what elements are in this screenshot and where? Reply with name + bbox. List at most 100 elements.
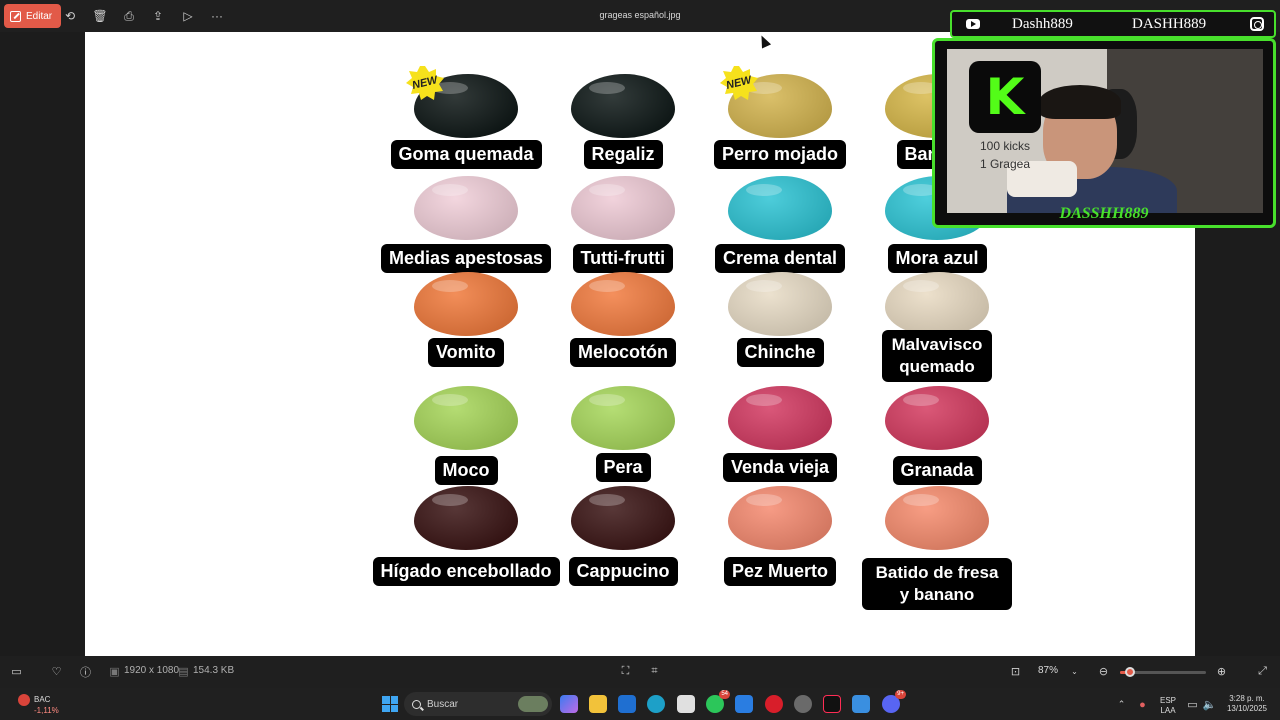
search-icon — [412, 699, 421, 709]
instagram-name: DASHH889 — [1132, 16, 1207, 32]
jellybean-label-12: Malvavisco quemado — [882, 330, 992, 382]
viewer-status-bar: ▭ ♡ ⓘ ▣ 1920 x 1080 ▤ 154.3 KB ⛶ ⌗ ⊡ 87%… — [0, 656, 1280, 688]
info-icon[interactable]: ⓘ — [79, 665, 92, 679]
windows-taskbar: BAC -1,11% Buscar 54 9+ ⌃ ● ESP LAA ▭ 🔈 … — [0, 688, 1280, 720]
file-name: grageas español.jpg — [599, 10, 681, 20]
jellybean-13 — [414, 386, 518, 450]
tray-overflow-icon[interactable]: ⌃ — [1115, 698, 1128, 711]
network-icon[interactable]: ▭ — [1186, 698, 1199, 711]
discord-icon[interactable]: 9+ — [882, 690, 906, 713]
jellybean-label-16: Granada — [892, 456, 982, 485]
jellybean-2 — [571, 74, 675, 138]
photos-icon[interactable] — [852, 695, 870, 713]
zoom-in-icon[interactable]: ⊕ — [1215, 665, 1228, 678]
webcam-caption: DASSHH889 — [1059, 205, 1149, 222]
jellybean-label-3: Perro mojado — [714, 140, 847, 169]
tiktok-icon[interactable] — [823, 695, 841, 713]
jellybean-label-7: Crema dental — [715, 244, 846, 273]
whatsapp-icon[interactable]: 54 — [706, 690, 730, 713]
kick-logo: K — [969, 61, 1041, 133]
new-badge: NEW — [720, 66, 758, 100]
dimensions-icon: ▣ — [109, 666, 120, 678]
jellybean-label-6: Tutti-frutti — [572, 244, 674, 273]
file-explorer-icon[interactable] — [589, 695, 607, 713]
taskbar-search[interactable]: Buscar — [404, 692, 552, 716]
search-placeholder: Buscar — [427, 698, 459, 710]
discord-badge: 9+ — [895, 690, 906, 699]
stock-ticker: BAC — [34, 695, 51, 705]
visual-search-icon[interactable]: ⌗ — [648, 665, 661, 678]
file-size: 154.3 KB — [193, 665, 235, 676]
image-dimensions: 1920 x 1080 — [124, 665, 180, 676]
jellybean-label-15: Venda vieja — [723, 453, 838, 482]
jellybean-10 — [571, 272, 675, 336]
zoom-level[interactable]: 87% — [1038, 665, 1058, 676]
jellybean-15 — [728, 386, 832, 450]
zoom-slider-knob[interactable] — [1125, 667, 1136, 677]
volume-icon[interactable]: 🔈 — [1203, 698, 1217, 711]
new-badge: NEW — [406, 66, 444, 100]
instagram-icon — [1250, 17, 1264, 31]
filmstrip-icon[interactable]: ▭ — [10, 665, 23, 678]
jellybean-label-8: Mora azul — [887, 244, 987, 273]
jellybean-16 — [885, 386, 989, 450]
jellybean-label-14: Pera — [595, 453, 651, 482]
notepad-icon[interactable] — [735, 695, 753, 713]
microphone-icon[interactable]: ● — [1136, 698, 1149, 711]
jellybean-7 — [728, 176, 832, 240]
whatsapp-badge: 54 — [719, 690, 730, 699]
zoom-dropdown-icon[interactable]: ⌄ — [1068, 665, 1081, 678]
language-line-1: ESP — [1159, 696, 1176, 705]
stock-change: -1,11% — [34, 706, 59, 715]
jellybean-label-19: Pez Muerto — [724, 557, 837, 586]
jellybean-label-17: Hígado encebollado — [372, 557, 560, 586]
fit-screen-icon[interactable]: ⊡ — [1009, 665, 1022, 678]
slideshow-icon[interactable]: ▷ — [180, 8, 196, 24]
language-indicator[interactable]: ESP LAA — [1158, 696, 1178, 716]
jellybean-label-9: Vomito — [428, 338, 504, 367]
outlook-icon[interactable] — [618, 695, 636, 713]
kick-line-2: 1 Gragea — [979, 157, 1031, 171]
jellybean-5 — [414, 176, 518, 240]
store-icon[interactable] — [677, 695, 695, 713]
youtube-name: Dashh889 — [1012, 16, 1073, 32]
start-button[interactable] — [382, 696, 398, 712]
webcam-feed: K 100 kicks 1 Gragea — [947, 49, 1263, 213]
more-icon[interactable]: ··· — [209, 8, 225, 24]
opera-icon[interactable] — [765, 695, 783, 713]
jellybean-11 — [728, 272, 832, 336]
jellybean-19 — [728, 486, 832, 550]
zoom-out-icon[interactable]: ⊖ — [1097, 665, 1110, 678]
edit-label: Editar — [26, 10, 53, 22]
edit-button[interactable]: Editar — [4, 4, 62, 28]
delete-icon[interactable]: 🗑 — [92, 8, 108, 24]
edge-icon[interactable] — [647, 695, 665, 713]
fullscreen-icon[interactable]: ⤢ — [1256, 665, 1269, 678]
jellybean-label-11: Chinche — [736, 338, 824, 367]
favorite-icon[interactable]: ♡ — [50, 665, 63, 678]
jellybean-12 — [885, 272, 989, 336]
kick-note: 100 kicks 1 Gragea — [969, 137, 1041, 173]
zoom-slider[interactable] — [1120, 667, 1206, 677]
stock-widget[interactable]: BAC -1,11% — [18, 694, 59, 716]
crop-icon[interactable]: ⛶ — [619, 665, 632, 678]
jellybean-label-2: Regaliz — [583, 140, 663, 169]
obs-icon[interactable] — [794, 695, 812, 713]
jellybean-14 — [571, 386, 675, 450]
jellybean-17 — [414, 486, 518, 550]
jellybean-20 — [885, 486, 989, 550]
photo-viewer-window: Editar ⟲ 🗑 ⎙ ⇪ ▷ ··· grageas español.jpg… — [0, 0, 1280, 720]
file-size-icon: ▤ — [178, 666, 189, 678]
copilot-icon[interactable] — [560, 695, 578, 713]
rotate-icon[interactable]: ⟲ — [62, 8, 78, 24]
jellybean-9 — [414, 272, 518, 336]
clock[interactable]: 3:28 p. m. 13/10/2025 — [1222, 694, 1272, 714]
youtube-icon — [966, 19, 980, 29]
clock-time: 3:28 p. m. — [1229, 694, 1265, 703]
share-icon[interactable]: ⇪ — [150, 8, 166, 24]
print-icon[interactable]: ⎙ — [121, 8, 137, 24]
kick-line-1: 100 kicks — [979, 139, 1031, 153]
language-line-2: LAA — [1160, 706, 1176, 715]
webcam-frame: K 100 kicks 1 Gragea DASSHH889 — [932, 38, 1276, 228]
jellybean-18 — [571, 486, 675, 550]
